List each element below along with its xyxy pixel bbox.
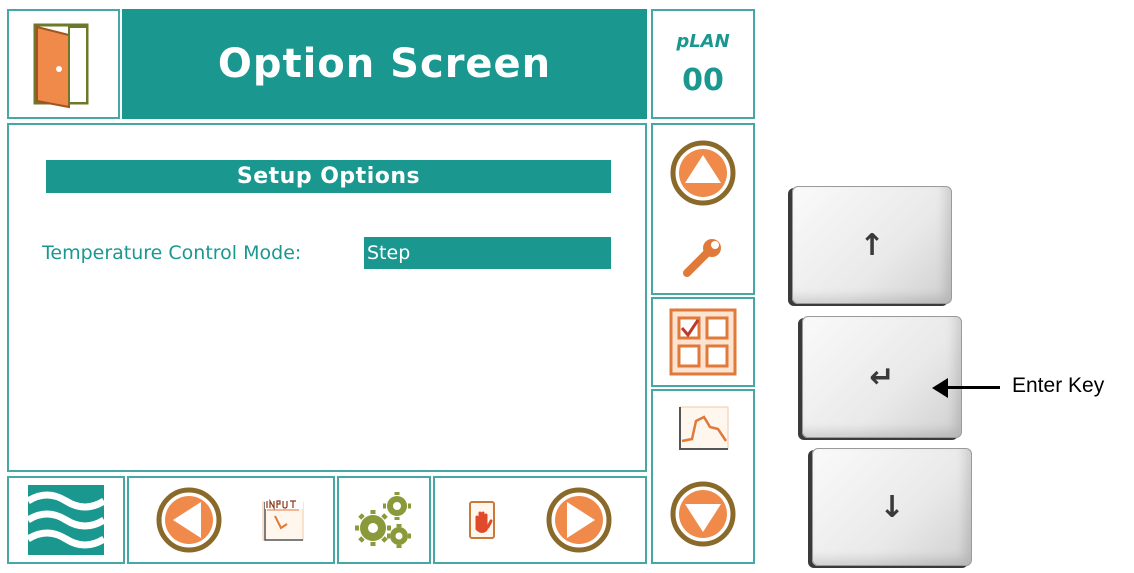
checklist-grid-icon [669,308,737,376]
wrench-icon[interactable] [681,235,725,279]
menu-button[interactable] [651,297,755,387]
bottom-nav-left [127,476,335,564]
plan-address: pLAN 00 [651,9,755,119]
up-key-glyph: ↑ [859,227,885,263]
enter-key-callout: Enter Key [932,368,1132,408]
down-key[interactable]: ↓ [812,448,972,566]
callout-arrow-line [944,386,1000,389]
bottom-nav-right [433,476,647,564]
plan-label: pLAN [676,31,730,52]
exit-button[interactable] [7,9,120,119]
callout-label: Enter Key [1012,374,1105,397]
gears-icon [351,490,417,550]
door-icon [29,21,101,109]
hand-alarm-icon[interactable] [467,499,497,541]
side-panel-upper [651,123,755,295]
plan-value: 00 [682,63,724,98]
up-arrow-icon[interactable] [669,139,737,207]
down-arrow-icon[interactable] [669,480,737,548]
settings-button[interactable] [337,476,431,564]
section-title: Setup Options [46,160,611,193]
enter-key-glyph: ↵ [869,359,895,395]
down-key-glyph: ↓ [879,489,905,525]
graph-icon[interactable] [676,405,730,453]
hmi-panel: Option Screen pLAN 00 Setup Options Temp… [0,0,764,573]
title-bar: Option Screen [122,9,647,119]
page-title: Option Screen [217,41,552,87]
left-arrow-icon[interactable] [155,486,223,554]
input-icon[interactable] [259,498,307,542]
up-key[interactable]: ↑ [792,186,952,304]
side-panel-lower [651,389,755,564]
home-logo-button[interactable] [7,476,125,564]
waves-logo-icon [26,485,106,555]
temperature-control-mode-field[interactable]: Step [364,237,611,269]
temperature-control-mode-label: Temperature Control Mode: [42,242,302,264]
right-arrow-icon[interactable] [545,486,613,554]
content-area: Setup Options Temperature Control Mode: … [7,123,647,472]
